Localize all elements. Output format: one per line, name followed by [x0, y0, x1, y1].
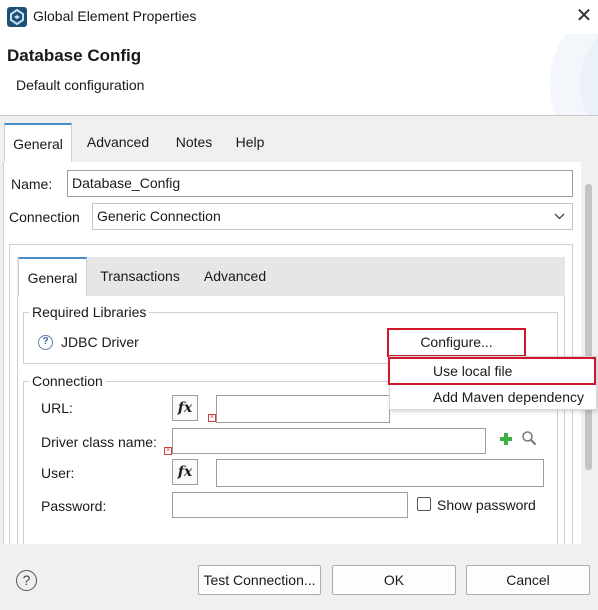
- url-label: URL:: [41, 400, 73, 416]
- help-icon[interactable]: ?: [16, 570, 37, 591]
- password-input[interactable]: [172, 492, 408, 518]
- tab-help[interactable]: Help: [226, 123, 274, 162]
- url-fx-button[interactable]: fx: [172, 395, 198, 421]
- show-password-checkbox[interactable]: [417, 497, 431, 511]
- ok-button[interactable]: OK: [332, 565, 456, 595]
- show-password-label: Show password: [437, 497, 536, 513]
- chevron-down-icon: [554, 213, 565, 220]
- scrollbar-thumb[interactable]: [585, 184, 592, 470]
- window-title: Global Element Properties: [33, 8, 197, 24]
- user-label: User:: [41, 465, 75, 481]
- menu-item-use-local-file[interactable]: Use local file: [433, 363, 512, 379]
- url-input[interactable]: [216, 395, 390, 423]
- inner-tab-advanced[interactable]: Advanced: [196, 257, 274, 296]
- jdbc-driver-label: JDBC Driver: [61, 334, 139, 350]
- inner-tab-transactions[interactable]: Transactions: [92, 257, 188, 296]
- driver-class-error-icon: ×: [164, 447, 172, 455]
- connection-select[interactable]: Generic Connection: [92, 203, 573, 230]
- cancel-button[interactable]: Cancel: [466, 565, 590, 595]
- menu-item-add-maven-dependency[interactable]: Add Maven dependency: [433, 389, 584, 405]
- title-bar: Global Element Properties ✕: [0, 0, 598, 34]
- close-icon[interactable]: ✕: [572, 4, 596, 28]
- driver-class-label: Driver class name:: [41, 434, 157, 450]
- test-connection-button[interactable]: Test Connection...: [198, 565, 321, 595]
- configure-button[interactable]: Configure...: [389, 330, 524, 355]
- url-error-icon: ×: [208, 414, 216, 422]
- inner-tab-general[interactable]: General: [18, 257, 87, 296]
- tab-advanced[interactable]: Advanced: [76, 123, 160, 162]
- page-title: Database Config: [7, 46, 142, 65]
- app-icon: [7, 7, 27, 27]
- user-fx-button[interactable]: fx: [172, 459, 198, 485]
- connection-select-value: Generic Connection: [97, 208, 221, 224]
- page-subtitle: Default configuration: [16, 77, 145, 93]
- driver-class-input[interactable]: [172, 428, 486, 454]
- plus-icon[interactable]: [499, 432, 513, 446]
- password-label: Password:: [41, 498, 107, 514]
- question-icon: ?: [38, 335, 53, 350]
- connection-label: Connection: [9, 209, 80, 225]
- user-input[interactable]: [216, 459, 544, 487]
- name-label: Name:: [11, 176, 53, 192]
- connection-group-title: Connection: [29, 373, 106, 389]
- search-icon[interactable]: [521, 430, 537, 446]
- name-input[interactable]: Database_Config: [67, 170, 573, 197]
- dialog-header: Database Config Default configuration: [0, 34, 598, 116]
- required-libraries-title: Required Libraries: [29, 304, 150, 320]
- header-decoration-graphic: [550, 34, 598, 116]
- tab-notes[interactable]: Notes: [165, 123, 223, 162]
- tab-general[interactable]: General: [4, 123, 72, 162]
